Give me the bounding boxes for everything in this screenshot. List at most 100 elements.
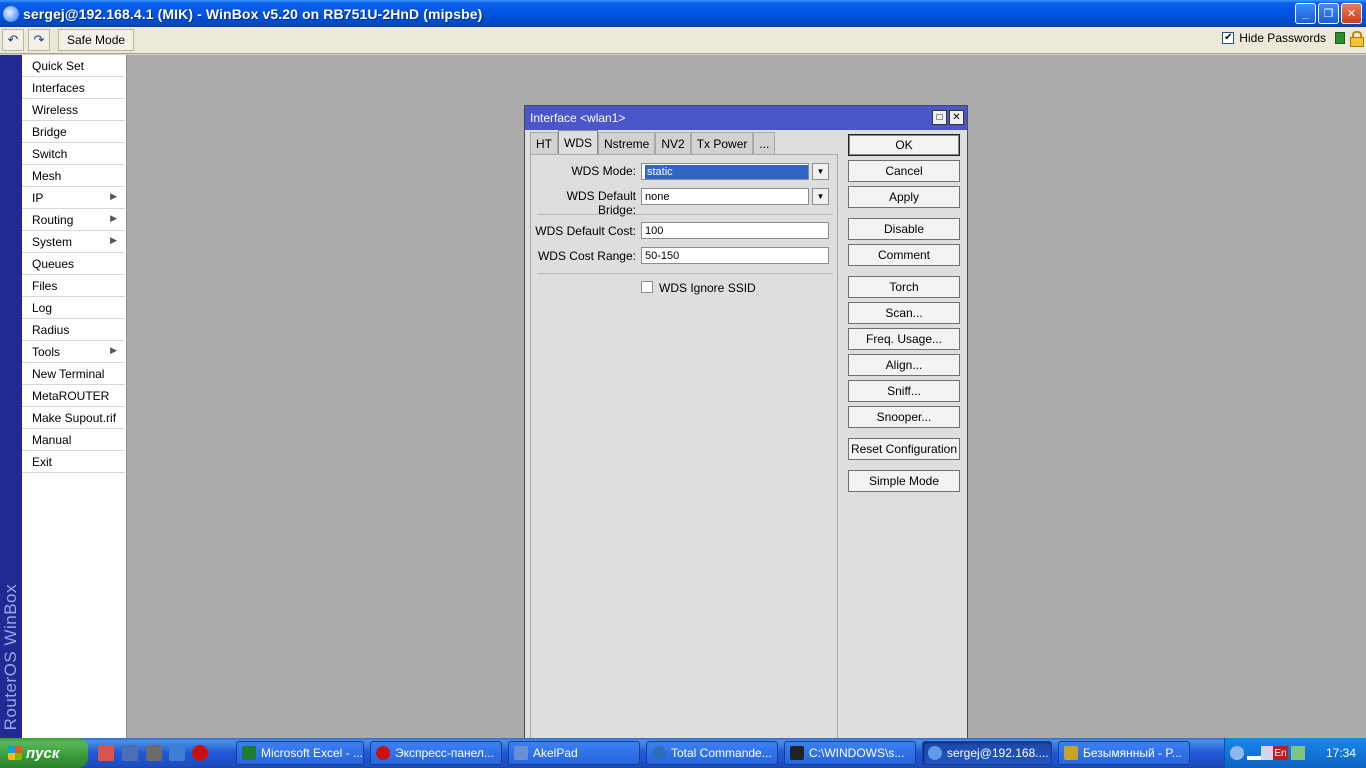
ok-button[interactable]: OK [848, 134, 960, 156]
redo-icon[interactable]: ↷ [28, 29, 50, 51]
wds-ignore-ssid-checkbox[interactable] [641, 281, 653, 293]
task-total-commander[interactable]: Total Commande... [646, 741, 778, 765]
wds-mode-dropdown-icon[interactable]: ▼ [812, 163, 829, 180]
sidebar-item-files[interactable]: Files [22, 275, 125, 297]
task-paint[interactable]: Безымянный - P... [1058, 741, 1190, 765]
sidebar-item-quick-set[interactable]: Quick Set [22, 55, 125, 77]
sidebar-item-label: System [32, 234, 73, 249]
sidebar-item-ip[interactable]: IP ▶ [22, 187, 125, 209]
sidebar-item-radius[interactable]: Radius [22, 319, 125, 341]
wds-mode-value: static [645, 164, 808, 179]
align-button[interactable]: Align... [848, 354, 960, 376]
quicklaunch-save-icon[interactable] [122, 745, 138, 761]
sidebar-item-label: Routing [32, 212, 74, 227]
quicklaunch-calculator-icon[interactable] [146, 745, 162, 761]
wds-cost-range-input[interactable]: 50-150 [641, 247, 829, 264]
submenu-arrow-icon: ▶ [110, 191, 117, 201]
dialog-close-icon[interactable]: ✕ [949, 110, 964, 125]
sidebar-item-bridge[interactable]: Bridge [22, 121, 125, 143]
window-titlebar: sergej@192.168.4.1 (MIK) - WinBox v5.20 … [0, 0, 1366, 27]
quicklaunch-opera-icon[interactable] [192, 745, 208, 761]
freq-usage-button[interactable]: Freq. Usage... [848, 328, 960, 350]
undo-icon[interactable]: ↶ [2, 29, 24, 51]
opera-icon [376, 746, 390, 760]
apply-button[interactable]: Apply [848, 186, 960, 208]
start-button[interactable]: пуск [0, 738, 88, 768]
sidebar-item-mesh[interactable]: Mesh [22, 165, 125, 187]
tray-back-icon[interactable] [1230, 746, 1244, 760]
task-cmd[interactable]: C:\WINDOWS\s... [784, 741, 916, 765]
tab-more[interactable]: ... [753, 132, 776, 154]
simple-mode-button[interactable]: Simple Mode [848, 470, 960, 492]
hide-passwords-checkbox[interactable]: ✔ [1222, 32, 1235, 44]
sidebar-item-metarouter[interactable]: MetaROUTER [22, 385, 125, 407]
sidebar-item-wireless[interactable]: Wireless [22, 99, 125, 121]
sidebar-item-label: Wireless [32, 102, 79, 117]
tab-ht[interactable]: HT [530, 132, 558, 154]
tab-wds[interactable]: WDS [558, 130, 598, 154]
sidebar-item-log[interactable]: Log [22, 297, 125, 319]
network-signal-icon[interactable] [1247, 746, 1261, 760]
wds-default-bridge-select[interactable]: none [641, 188, 809, 205]
brand-text: RouterOS WinBox [1, 583, 20, 730]
sidebar-item-label: Interfaces [32, 80, 85, 95]
sniff-button[interactable]: Sniff... [848, 380, 960, 402]
separator [537, 214, 833, 215]
clock: 17:34 [1325, 746, 1356, 760]
tab-nv2[interactable]: NV2 [655, 132, 691, 154]
sidebar-item-routing[interactable]: Routing ▶ [22, 209, 125, 231]
tray-app-icon[interactable] [1291, 746, 1305, 760]
reset-configuration-button[interactable]: Reset Configuration [848, 438, 960, 460]
hide-passwords-toggle[interactable]: ✔ Hide Passwords [1222, 31, 1364, 47]
language-indicator[interactable]: En [1273, 746, 1288, 760]
wds-default-cost-input[interactable]: 100 [641, 222, 829, 239]
maximize-button[interactable]: ❐ [1318, 3, 1339, 24]
minimize-button[interactable]: _ [1295, 3, 1316, 24]
close-button[interactable]: ✕ [1341, 3, 1362, 24]
task-excel[interactable]: Microsoft Excel - ... [236, 741, 364, 765]
cancel-button[interactable]: Cancel [848, 160, 960, 182]
safe-mode-button[interactable]: Safe Mode [58, 29, 135, 51]
tab-tx-power[interactable]: Tx Power [690, 132, 754, 154]
sidebar-item-interfaces[interactable]: Interfaces [22, 77, 125, 99]
sidebar-item-label: Log [32, 300, 53, 315]
separator [537, 273, 833, 274]
task-winbox[interactable]: sergej@192.168.... [922, 741, 1052, 765]
sidebar-item-new-terminal[interactable]: New Terminal [22, 363, 125, 385]
system-tray: En 17:34 [1224, 738, 1366, 768]
wds-default-cost-label: WDS Default Cost: [535, 224, 636, 238]
sidebar-item-label: Mesh [32, 168, 62, 183]
task-label: C:\WINDOWS\s... [809, 746, 905, 760]
dialog-titlebar[interactable]: Interface <wlan1> □ ✕ [525, 106, 967, 130]
winbox-app-icon [3, 5, 19, 22]
sidebar-item-label: Exit [32, 454, 53, 469]
sidebar-item-exit[interactable]: Exit [22, 451, 125, 473]
task-label: Экспресс-панел... [395, 746, 494, 760]
sidebar-item-system[interactable]: System ▶ [22, 231, 125, 253]
sidebar-item-label: New Terminal [32, 366, 105, 381]
sidebar-item-label: Tools [32, 344, 61, 359]
torch-button[interactable]: Torch [848, 276, 960, 298]
sidebar-item-switch[interactable]: Switch [22, 143, 125, 165]
comment-button[interactable]: Comment [848, 244, 960, 266]
quicklaunch-app-icon[interactable] [98, 745, 114, 761]
wds-default-bridge-dropdown-icon[interactable]: ▼ [812, 188, 829, 205]
dialog-maximize-icon[interactable]: □ [932, 110, 947, 125]
sidebar-item-tools[interactable]: Tools ▶ [22, 341, 125, 363]
hide-passwords-label: Hide Passwords [1239, 31, 1326, 45]
scan-button[interactable]: Scan... [848, 302, 960, 324]
sidebar-item-label: Switch [32, 146, 68, 161]
sidebar-item-manual[interactable]: Manual [22, 429, 125, 451]
disable-button[interactable]: Disable [848, 218, 960, 240]
start-label: пуск [26, 744, 60, 762]
sidebar-item-make-supout[interactable]: Make Supout.rif [22, 407, 125, 429]
quicklaunch-desktop-icon[interactable] [169, 745, 185, 761]
tab-nstreme[interactable]: Nstreme [598, 132, 656, 154]
task-opera[interactable]: Экспресс-панел... [370, 741, 502, 765]
sidebar-item-queues[interactable]: Queues [22, 253, 125, 275]
wds-mode-select[interactable]: static [641, 163, 809, 180]
sidebar-item-label: Queues [32, 256, 75, 271]
paint-icon [1064, 746, 1078, 760]
snooper-button[interactable]: Snooper... [848, 406, 960, 428]
task-akelpad[interactable]: AkelPad [508, 741, 640, 765]
